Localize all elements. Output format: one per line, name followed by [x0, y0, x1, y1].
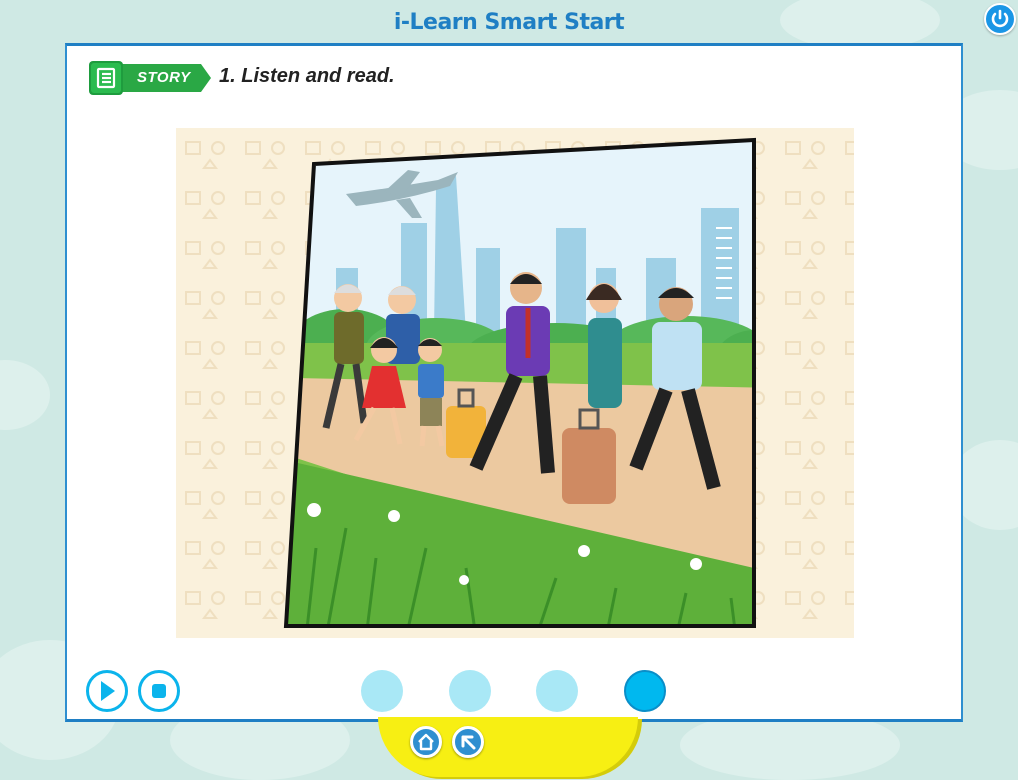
stop-icon	[152, 684, 166, 698]
app-title: i-Learn Smart Start	[393, 10, 625, 35]
instruction-text: 1. Listen and read.	[219, 65, 395, 87]
play-button[interactable]	[86, 670, 128, 712]
story-panel: STORY 1. Listen and read.	[65, 43, 963, 722]
mother-figure	[586, 283, 622, 408]
arrow-back-icon	[461, 735, 476, 750]
stop-button[interactable]	[138, 670, 180, 712]
story-illustration	[176, 128, 854, 638]
home-button[interactable]	[410, 726, 442, 758]
page-dot-1[interactable]	[361, 670, 403, 712]
page-dot-4-active[interactable]	[624, 670, 666, 712]
play-icon	[101, 681, 115, 701]
section-label: STORY	[137, 69, 191, 86]
back-button[interactable]	[452, 726, 484, 758]
page-dot-3[interactable]	[536, 670, 578, 712]
power-button[interactable]	[984, 3, 1016, 35]
page-dot-2[interactable]	[449, 670, 491, 712]
home-icon	[418, 733, 434, 751]
power-icon	[991, 9, 1009, 28]
background-cloud	[0, 360, 50, 430]
